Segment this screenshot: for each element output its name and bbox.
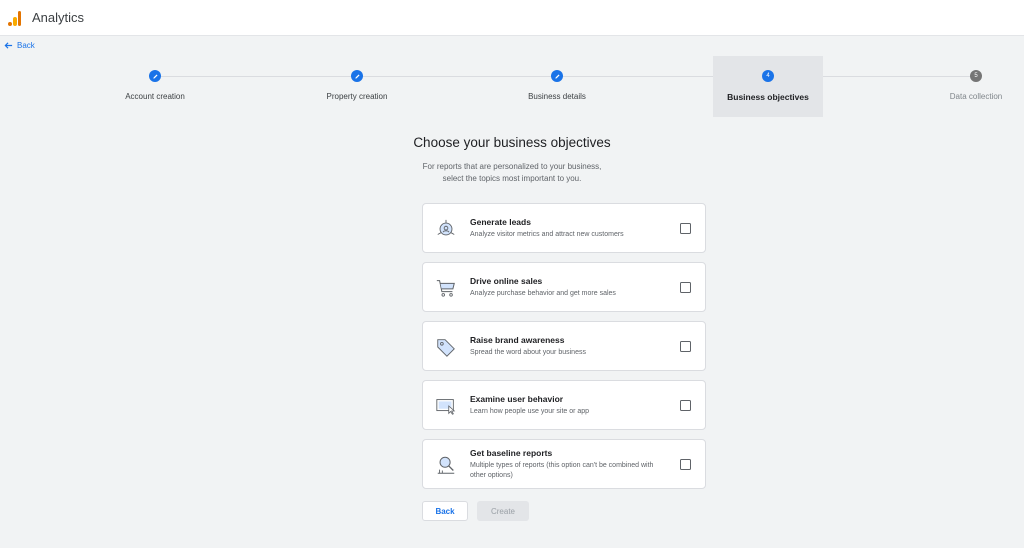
step-label: Account creation	[125, 92, 185, 101]
option-checkbox[interactable]	[680, 459, 691, 470]
option-title: Raise brand awareness	[470, 334, 565, 345]
top-bar: Analytics	[0, 0, 1024, 36]
objective-option-generate-leads[interactable]: Generate leads Analyze visitor metrics a…	[422, 203, 706, 253]
option-checkbox[interactable]	[680, 282, 691, 293]
app-title: Analytics	[32, 10, 85, 25]
step-number: 5	[970, 70, 982, 82]
option-checkbox[interactable]	[680, 341, 691, 352]
tag-icon	[437, 339, 455, 357]
screen-cursor-icon	[436, 399, 456, 415]
progress-stepper: Account creation Property creation Busin…	[0, 56, 1024, 117]
step-property-creation[interactable]: Property creation	[307, 56, 407, 117]
option-title: Generate leads	[470, 216, 531, 227]
option-description: Spread the word about your business	[470, 348, 586, 356]
subtitle-line: For reports that are personalized to you…	[422, 162, 602, 171]
subtitle-line: select the topics most important to you.	[442, 174, 582, 183]
report-search-icon	[437, 456, 455, 474]
back-link[interactable]: Back	[4, 41, 35, 50]
shopping-cart-icon	[436, 280, 455, 297]
step-business-details[interactable]: Business details	[507, 56, 607, 117]
step-label: Business objectives	[727, 92, 809, 102]
edit-pencil-icon	[351, 70, 363, 82]
step-account-creation[interactable]: Account creation	[105, 56, 205, 117]
page-title: Choose your business objectives	[413, 135, 611, 150]
step-label: Data collection	[949, 92, 1003, 101]
page-subtitle: For reports that are personalized to you…	[0, 161, 1024, 185]
objective-option-raise-brand-awareness[interactable]: Raise brand awareness Spread the word ab…	[422, 321, 706, 371]
objective-option-get-baseline-reports[interactable]: Get baseline reports Multiple types of r…	[422, 439, 706, 489]
objective-option-drive-online-sales[interactable]: Drive online sales Analyze purchase beha…	[422, 262, 706, 312]
option-description: Multiple types of reports (this option c…	[470, 461, 654, 479]
step-data-collection: 5 Data collection	[936, 56, 1016, 117]
option-description: Learn how people use your site or app	[470, 407, 590, 415]
step-label: Property creation	[326, 92, 388, 101]
option-checkbox[interactable]	[680, 400, 691, 411]
option-title: Drive online sales	[470, 275, 543, 286]
leads-target-icon	[437, 219, 455, 236]
option-description: Analyze visitor metrics and attract new …	[470, 230, 624, 238]
option-checkbox[interactable]	[680, 223, 691, 234]
option-description: Analyze purchase behavior and get more s…	[470, 289, 616, 297]
analytics-logo-icon	[8, 10, 21, 26]
option-title: Get baseline reports	[470, 447, 553, 458]
edit-pencil-icon	[551, 70, 563, 82]
back-button[interactable]: Back	[422, 501, 468, 521]
create-button[interactable]: Create	[477, 501, 529, 521]
objective-option-examine-user-behavior[interactable]: Examine user behavior Learn how people u…	[422, 380, 706, 430]
step-number: 4	[762, 70, 774, 82]
step-business-objectives: 4 Business objectives	[713, 56, 823, 117]
back-link-label: Back	[17, 41, 35, 50]
step-label: Business details	[528, 92, 586, 101]
edit-pencil-icon	[149, 70, 161, 82]
arrow-left-icon	[4, 42, 13, 49]
option-title: Examine user behavior	[470, 393, 564, 404]
